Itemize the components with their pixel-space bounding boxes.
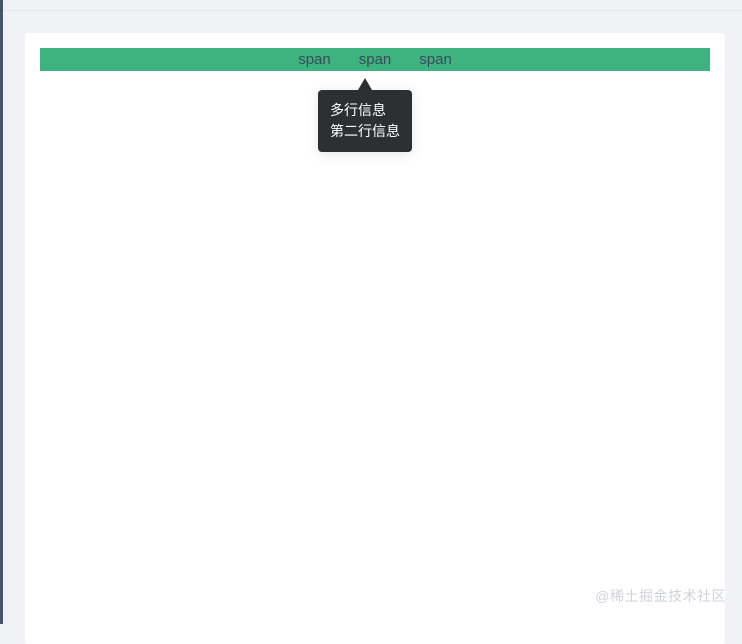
watermark: @稀土掘金技术社区 [595,586,726,606]
left-border [0,0,3,624]
tooltip-arrow-icon [358,78,372,90]
span-item-3[interactable]: span [419,51,452,68]
span-item-1[interactable]: span [298,51,331,68]
tooltip-line-2: 第二行信息 [330,121,400,142]
top-separator [3,10,742,11]
span-item-2[interactable]: span [359,51,392,68]
span-row: span span span [40,48,710,71]
tooltip-line-1: 多行信息 [330,100,400,121]
tooltip: 多行信息 第二行信息 [318,90,412,152]
